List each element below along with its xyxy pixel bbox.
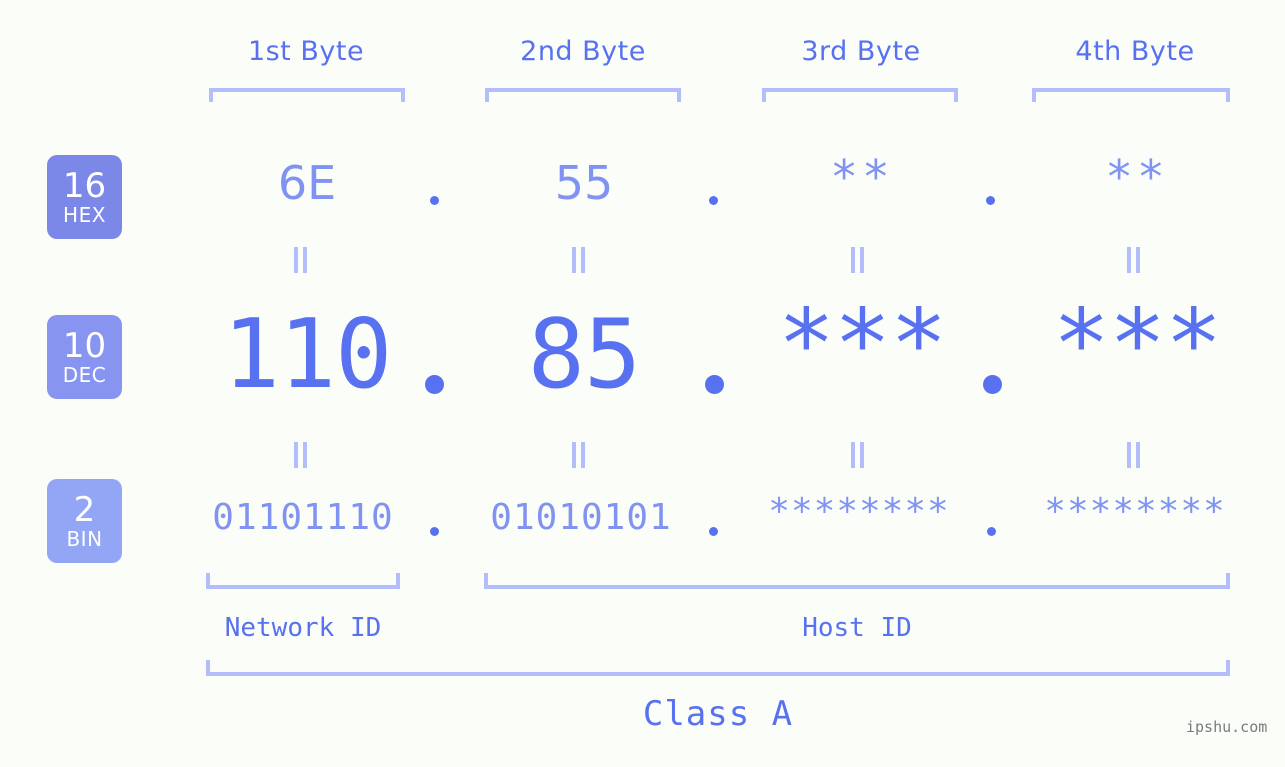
byte-bracket-3: [762, 88, 958, 102]
hex-separator-3: [986, 196, 995, 205]
bin-byte-1-value: 01101110: [212, 497, 394, 538]
dec-byte-3-value: ***: [777, 290, 948, 400]
ip-address-breakdown-diagram: 1st Byte 2nd Byte 3rd Byte 4th Byte 16 H…: [0, 0, 1285, 767]
base-badge-hex-label: HEX: [63, 203, 106, 227]
base-badge-bin: 2 BIN: [47, 479, 122, 563]
base-badge-dec: 10 DEC: [47, 315, 122, 399]
dec-separator-3: [983, 375, 1002, 394]
class-label: Class A: [642, 694, 794, 734]
equals-hex-dec-2: [572, 247, 586, 273]
class-bracket: [206, 660, 1230, 676]
byte-bracket-4: [1032, 88, 1230, 102]
equals-dec-bin-1: [294, 442, 308, 468]
host-id-label: Host ID: [802, 613, 912, 643]
byte-header-4: 4th Byte: [1075, 36, 1195, 67]
bin-separator-3: [987, 527, 996, 536]
bin-separator-1: [430, 527, 439, 536]
network-id-bracket: [206, 573, 400, 589]
dec-separator-1: [425, 375, 444, 394]
dec-byte-2-value: 85: [527, 300, 641, 410]
hex-byte-1-value: 6E: [277, 156, 337, 210]
byte-header-1: 1st Byte: [247, 36, 365, 67]
hex-byte-4-value: **: [1105, 150, 1169, 204]
base-badge-bin-label: BIN: [66, 527, 103, 551]
hex-byte-3-value: **: [830, 150, 894, 204]
hex-separator-2: [709, 196, 718, 205]
base-badge-dec-label: DEC: [62, 363, 107, 387]
bin-byte-3-value: ********: [768, 491, 950, 532]
base-badge-hex-number: 16: [62, 166, 107, 206]
site-watermark: ipshu.com: [1186, 718, 1268, 736]
equals-dec-bin-4: [1127, 442, 1141, 468]
dec-byte-4-value: ***: [1052, 290, 1223, 400]
network-id-label: Network ID: [224, 613, 382, 643]
equals-dec-bin-3: [851, 442, 865, 468]
bin-byte-4-value: ********: [1044, 491, 1226, 532]
hex-separator-1: [430, 196, 439, 205]
bin-byte-2-value: 01010101: [490, 497, 672, 538]
equals-hex-dec-1: [294, 247, 308, 273]
equals-hex-dec-4: [1127, 247, 1141, 273]
bin-separator-2: [709, 527, 718, 536]
byte-header-2: 2nd Byte: [520, 36, 646, 67]
base-badge-bin-number: 2: [73, 490, 96, 530]
hex-byte-2-value: 55: [554, 156, 614, 210]
dec-separator-2: [705, 375, 724, 394]
byte-bracket-2: [485, 88, 681, 102]
base-badge-hex: 16 HEX: [47, 155, 122, 239]
byte-bracket-1: [209, 88, 405, 102]
equals-hex-dec-3: [851, 247, 865, 273]
dec-byte-1-value: 110: [222, 300, 393, 410]
base-badge-dec-number: 10: [62, 326, 107, 366]
byte-header-3: 3rd Byte: [801, 36, 921, 67]
equals-dec-bin-2: [572, 442, 586, 468]
host-id-bracket: [484, 573, 1230, 589]
